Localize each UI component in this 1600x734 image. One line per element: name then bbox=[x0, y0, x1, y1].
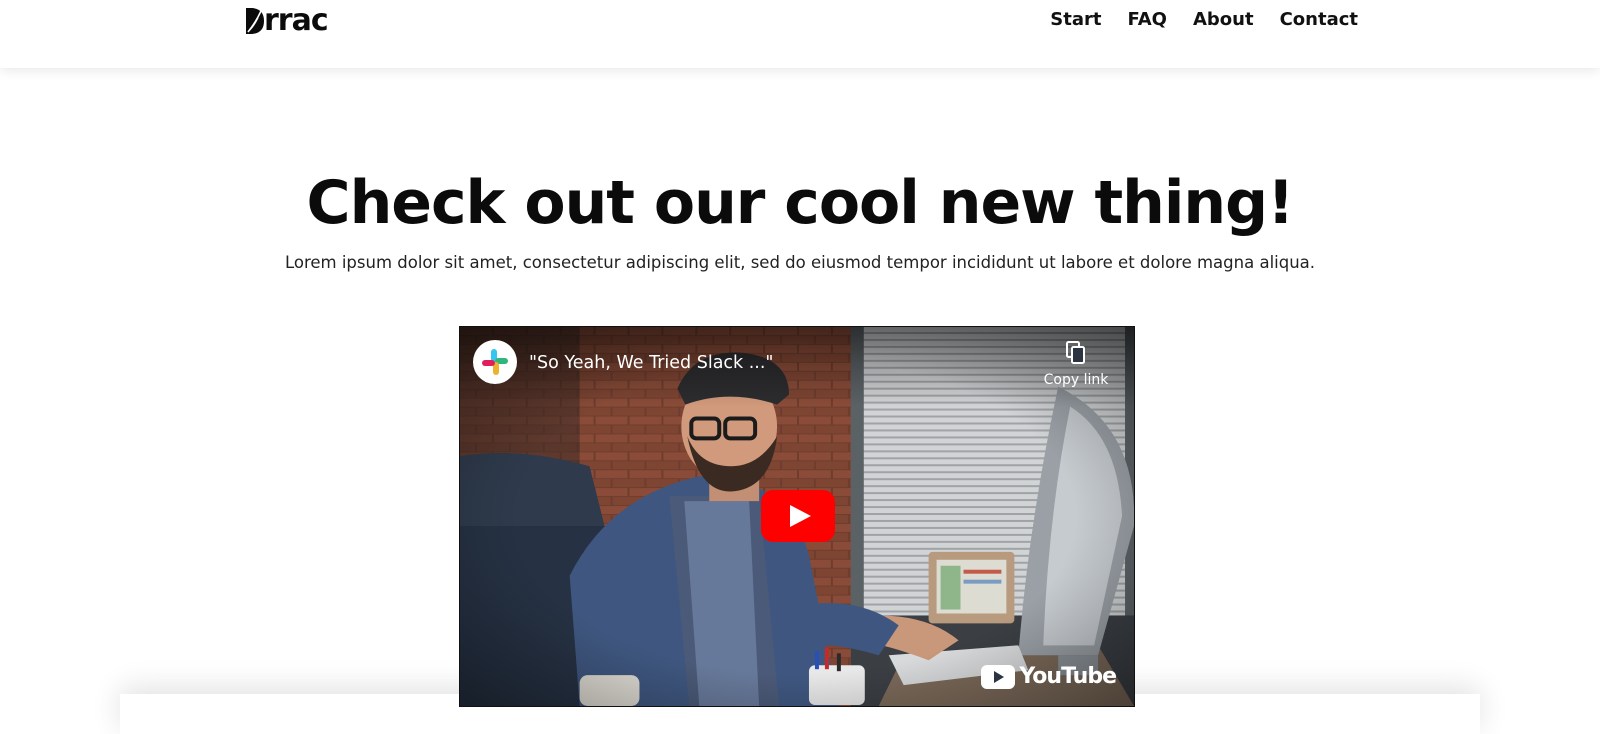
play-icon[interactable] bbox=[761, 490, 835, 542]
youtube-logo[interactable]: YouTube bbox=[981, 664, 1117, 690]
nav-link-contact[interactable]: Contact bbox=[1280, 8, 1358, 32]
leaf-d-icon bbox=[246, 8, 264, 34]
youtube-video-embed[interactable]: "So Yeah, We Tried Slack ..." Copy link … bbox=[459, 326, 1135, 707]
channel-avatar[interactable] bbox=[473, 340, 517, 384]
hero-title: Check out our cool new thing! bbox=[306, 168, 1295, 238]
video-title[interactable]: "So Yeah, We Tried Slack ..." bbox=[529, 351, 773, 375]
site-logo[interactable]: rrac bbox=[244, 3, 329, 38]
copy-link-label: Copy link bbox=[1043, 372, 1109, 388]
nav-link-start[interactable]: Start bbox=[1050, 8, 1101, 32]
nav-link-about[interactable]: About bbox=[1193, 8, 1254, 32]
copy-link-button[interactable]: Copy link bbox=[1036, 341, 1116, 389]
main-nav: Start FAQ About Contact bbox=[1050, 8, 1358, 32]
nav-link-faq[interactable]: FAQ bbox=[1128, 8, 1167, 32]
copy-icon bbox=[1066, 341, 1085, 364]
site-header: rrac Start FAQ About Contact bbox=[0, 0, 1600, 68]
hero-subtitle: Lorem ipsum dolor sit amet, consectetur … bbox=[284, 253, 1316, 272]
slack-logo-icon bbox=[482, 349, 508, 375]
logo-text: rrac bbox=[264, 3, 329, 38]
youtube-wordmark: YouTube bbox=[1019, 664, 1117, 689]
youtube-play-icon bbox=[981, 665, 1016, 689]
